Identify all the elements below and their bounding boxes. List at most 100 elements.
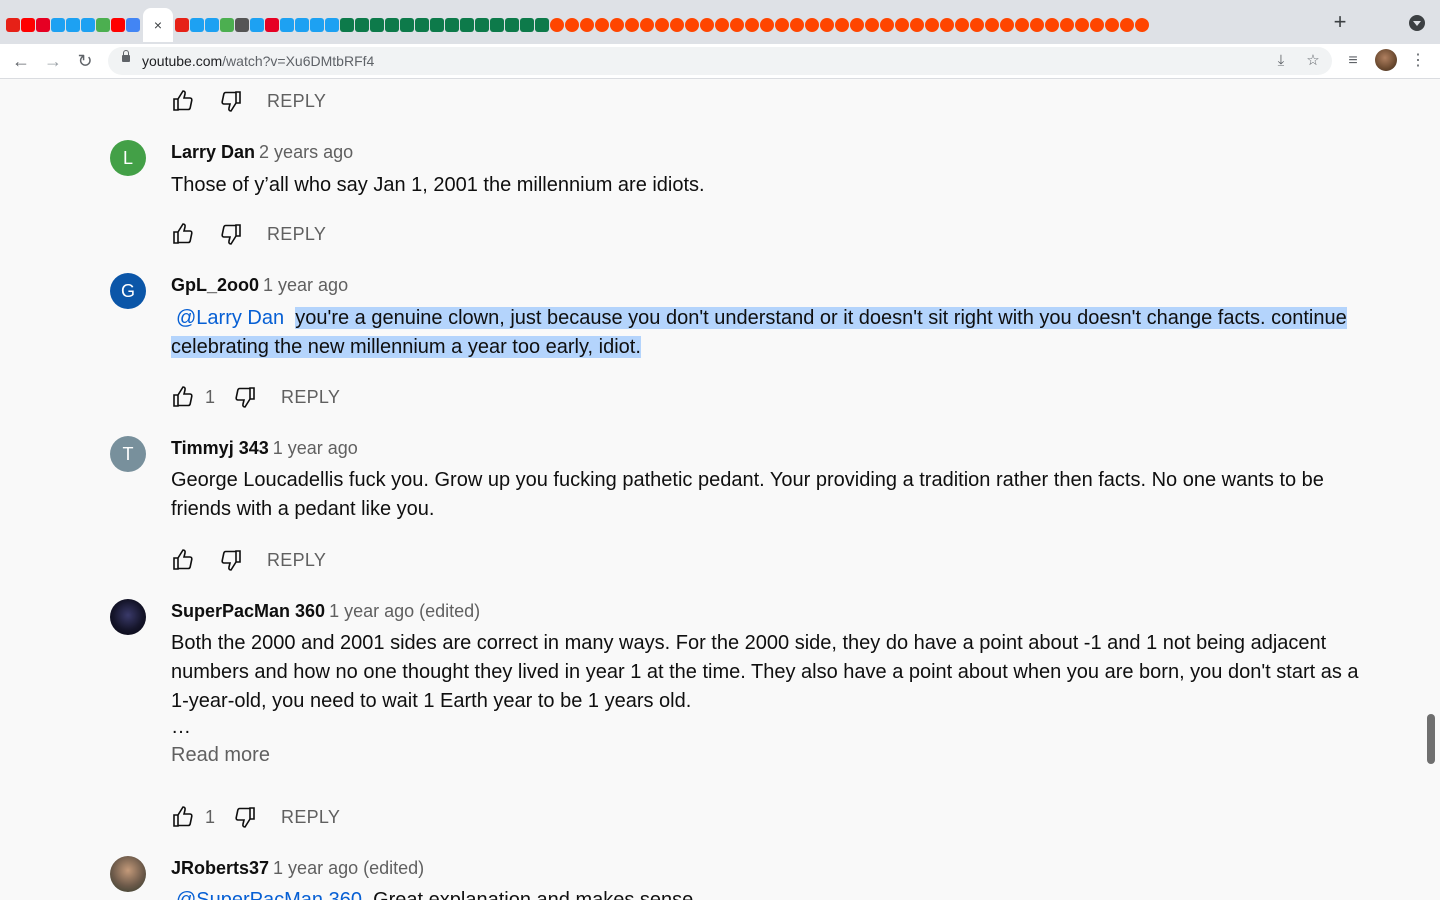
scrollbar-thumb[interactable] bbox=[1427, 714, 1435, 764]
tab-search-icon[interactable] bbox=[1409, 15, 1425, 31]
thumb-up-icon[interactable] bbox=[171, 805, 195, 829]
address-bar[interactable]: youtube.com/watch?v=Xu6DMtbRFf4 ⤓ ☆ bbox=[108, 47, 1332, 75]
forward-icon[interactable]: → bbox=[42, 50, 64, 72]
tab-favicon-icon[interactable] bbox=[1060, 18, 1074, 32]
tab-favicon-icon[interactable] bbox=[126, 18, 140, 32]
tab-favicon-icon[interactable] bbox=[745, 18, 759, 32]
tab-favicon-icon[interactable] bbox=[985, 18, 999, 32]
tab-favicon-icon[interactable] bbox=[625, 18, 639, 32]
comment-time[interactable]: 2 years ago bbox=[259, 142, 353, 162]
url-text[interactable]: youtube.com/watch?v=Xu6DMtbRFf4 bbox=[142, 53, 374, 69]
reply-button[interactable]: REPLY bbox=[267, 550, 326, 571]
tab-favicon-icon[interactable] bbox=[580, 18, 594, 32]
tab-favicon-icon[interactable] bbox=[925, 18, 939, 32]
comment-time[interactable]: 1 year ago (edited) bbox=[273, 858, 424, 878]
tab-favicon-icon[interactable] bbox=[1120, 18, 1134, 32]
tab-favicon-icon[interactable] bbox=[535, 18, 549, 32]
tab-favicon-icon[interactable] bbox=[36, 18, 50, 32]
thumb-up-icon[interactable] bbox=[171, 89, 195, 113]
tab-favicon-icon[interactable] bbox=[490, 18, 504, 32]
close-tab-icon[interactable]: × bbox=[154, 17, 162, 33]
reply-button[interactable]: REPLY bbox=[281, 387, 340, 408]
thumb-up-icon[interactable] bbox=[171, 385, 195, 409]
tab-favicon-icon[interactable] bbox=[220, 18, 234, 32]
tab-favicon-icon[interactable] bbox=[805, 18, 819, 32]
avatar[interactable] bbox=[110, 856, 146, 892]
comment-author[interactable]: JRoberts37 bbox=[171, 858, 269, 878]
tab-favicon-icon[interactable] bbox=[835, 18, 849, 32]
thumb-down-icon[interactable] bbox=[219, 89, 243, 113]
tab-favicon-icon[interactable] bbox=[520, 18, 534, 32]
tab-favicon-icon[interactable] bbox=[475, 18, 489, 32]
tab-favicon-icon[interactable] bbox=[700, 18, 714, 32]
menu-kebab-icon[interactable]: ⋮ bbox=[1407, 50, 1429, 72]
thumb-down-icon[interactable] bbox=[219, 222, 243, 246]
comment-author[interactable]: SuperPacMan 360 bbox=[171, 601, 325, 621]
back-icon[interactable]: ← bbox=[10, 50, 32, 72]
tab-favicon-icon[interactable] bbox=[640, 18, 654, 32]
tab-favicon-icon[interactable] bbox=[1030, 18, 1044, 32]
tab-favicon-icon[interactable] bbox=[715, 18, 729, 32]
tab-favicon-icon[interactable] bbox=[895, 18, 909, 32]
tab-favicon-icon[interactable] bbox=[190, 18, 204, 32]
tab-favicon-icon[interactable] bbox=[595, 18, 609, 32]
tab-favicon-icon[interactable] bbox=[325, 18, 339, 32]
tab-favicon-icon[interactable] bbox=[385, 18, 399, 32]
active-tab[interactable]: × bbox=[143, 8, 173, 42]
tab-favicon-icon[interactable] bbox=[910, 18, 924, 32]
tab-favicon-icon[interactable] bbox=[1090, 18, 1104, 32]
tab-favicon-icon[interactable] bbox=[81, 18, 95, 32]
tab-favicon-icon[interactable] bbox=[111, 18, 125, 32]
tab-favicon-icon[interactable] bbox=[970, 18, 984, 32]
tab-favicon-icon[interactable] bbox=[670, 18, 684, 32]
thumb-up-icon[interactable] bbox=[171, 548, 195, 572]
tab-favicon-icon[interactable] bbox=[1000, 18, 1014, 32]
tab-favicon-icon[interactable] bbox=[850, 18, 864, 32]
tab-favicon-icon[interactable] bbox=[175, 18, 189, 32]
tab-favicon-icon[interactable] bbox=[370, 18, 384, 32]
lock-icon[interactable] bbox=[122, 50, 130, 62]
tab-favicon-icon[interactable] bbox=[1105, 18, 1119, 32]
tab-favicon-icon[interactable] bbox=[760, 18, 774, 32]
reply-button[interactable]: REPLY bbox=[267, 224, 326, 245]
comment-author[interactable]: GpL_2oo0 bbox=[171, 275, 259, 295]
tab-favicon-icon[interactable] bbox=[550, 18, 564, 32]
thumb-down-icon[interactable] bbox=[233, 385, 257, 409]
tab-favicon-icon[interactable] bbox=[775, 18, 789, 32]
tab-favicon-icon[interactable] bbox=[310, 18, 324, 32]
tab-favicon-icon[interactable] bbox=[685, 18, 699, 32]
tab-favicon-icon[interactable] bbox=[295, 18, 309, 32]
tab-favicon-icon[interactable] bbox=[790, 18, 804, 32]
tab-favicon-icon[interactable] bbox=[415, 18, 429, 32]
tab-favicon-icon[interactable] bbox=[96, 18, 110, 32]
tab-favicon-icon[interactable] bbox=[21, 18, 35, 32]
reply-button[interactable]: REPLY bbox=[281, 807, 340, 828]
tab-favicon-icon[interactable] bbox=[280, 18, 294, 32]
tab-favicon-icon[interactable] bbox=[940, 18, 954, 32]
tab-favicon-icon[interactable] bbox=[610, 18, 624, 32]
tab-favicon-icon[interactable] bbox=[460, 18, 474, 32]
tab-favicon-icon[interactable] bbox=[445, 18, 459, 32]
tab-favicon-icon[interactable] bbox=[655, 18, 669, 32]
mention-link[interactable]: @SuperPacMan 360 bbox=[171, 889, 362, 900]
avatar[interactable] bbox=[110, 599, 146, 635]
tab-favicon-icon[interactable] bbox=[865, 18, 879, 32]
tab-favicon-icon[interactable] bbox=[430, 18, 444, 32]
profile-avatar[interactable] bbox=[1375, 49, 1397, 71]
thumb-down-icon[interactable] bbox=[219, 548, 243, 572]
mention-link[interactable]: @Larry Dan bbox=[171, 307, 284, 329]
tab-favicon-icon[interactable] bbox=[820, 18, 834, 32]
thumb-up-icon[interactable] bbox=[171, 222, 195, 246]
tab-favicon-icon[interactable] bbox=[880, 18, 894, 32]
tab-favicon-icon[interactable] bbox=[355, 18, 369, 32]
tab-favicon-icon[interactable] bbox=[955, 18, 969, 32]
comment-time[interactable]: 1 year ago bbox=[263, 275, 348, 295]
tab-favicon-icon[interactable] bbox=[205, 18, 219, 32]
read-more-button[interactable]: Read more bbox=[171, 744, 1376, 767]
avatar[interactable]: L bbox=[110, 140, 146, 176]
tab-favicon-icon[interactable] bbox=[565, 18, 579, 32]
new-tab-button[interactable]: + bbox=[1328, 10, 1352, 34]
tab-favicon-icon[interactable] bbox=[400, 18, 414, 32]
avatar[interactable]: T bbox=[110, 436, 146, 472]
thumb-down-icon[interactable] bbox=[233, 805, 257, 829]
